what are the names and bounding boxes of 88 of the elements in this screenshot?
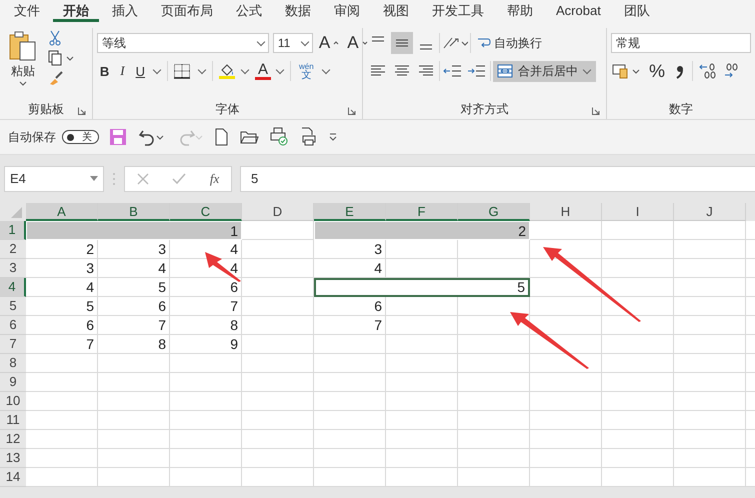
font-color-button[interactable]: A bbox=[255, 62, 272, 80]
paste-button[interactable]: 粘贴 bbox=[4, 28, 42, 88]
dialog-launcher-icon[interactable] bbox=[348, 107, 356, 115]
row-header[interactable]: 1 bbox=[0, 221, 26, 240]
phonetic-guide-button[interactable]: wén 文 bbox=[296, 61, 317, 81]
row-header[interactable]: 9 bbox=[0, 373, 26, 392]
row-header[interactable]: 12 bbox=[0, 430, 26, 449]
ribbon-tab[interactable]: 页面布局 bbox=[151, 0, 223, 22]
column-header[interactable]: I bbox=[602, 203, 674, 221]
column-header[interactable]: D bbox=[242, 203, 314, 221]
caret-icon bbox=[19, 81, 27, 86]
decrease-decimal-icon[interactable] bbox=[723, 62, 740, 80]
caret-icon bbox=[90, 176, 98, 181]
ribbon-tab[interactable]: 团队 bbox=[614, 0, 660, 22]
row-header[interactable]: 8 bbox=[0, 354, 26, 373]
wrap-text-button[interactable]: 自动换行 bbox=[472, 32, 546, 54]
group-label: 剪贴板 bbox=[28, 100, 64, 118]
shrink-font-button[interactable]: A bbox=[345, 33, 370, 53]
row-header[interactable]: 10 bbox=[0, 392, 26, 411]
bold-button[interactable]: B bbox=[96, 62, 112, 80]
column-header[interactable]: H bbox=[530, 203, 602, 221]
customize-toolbar-icon[interactable] bbox=[327, 131, 339, 143]
ribbon-tab[interactable]: 数据 bbox=[275, 0, 321, 22]
row-header[interactable]: 6 bbox=[0, 316, 26, 335]
row-header[interactable]: 7 bbox=[0, 335, 26, 354]
print-preview-icon[interactable] bbox=[269, 127, 289, 147]
caret-up-icon bbox=[333, 41, 340, 45]
ribbon-tab[interactable]: 插入 bbox=[102, 0, 148, 22]
fill-color-icon[interactable] bbox=[218, 62, 236, 80]
percent-button[interactable]: % bbox=[646, 60, 668, 82]
ribbon-tab[interactable]: 开发工具 bbox=[422, 0, 494, 22]
formula-input[interactable]: 5 bbox=[240, 166, 755, 192]
row-header[interactable]: 3 bbox=[0, 259, 26, 278]
autosave-toggle[interactable]: 关 bbox=[62, 130, 99, 144]
merged-cell: 2 bbox=[314, 221, 530, 240]
group-label: 对齐方式 bbox=[460, 100, 508, 118]
caret-down-icon bbox=[362, 41, 368, 45]
insert-function-button[interactable]: fx bbox=[210, 170, 220, 186]
ribbon-tab[interactable]: 帮助 bbox=[497, 0, 543, 22]
column-header[interactable]: J bbox=[674, 203, 746, 221]
merge-center-button[interactable]: 合并后居中 bbox=[492, 60, 596, 82]
ribbon-tab[interactable]: 视图 bbox=[373, 0, 419, 22]
paintbrush-icon[interactable] bbox=[48, 70, 64, 86]
merged-cell: 5 bbox=[314, 278, 530, 297]
scissors-icon[interactable] bbox=[48, 30, 62, 46]
row-header[interactable]: 5 bbox=[0, 297, 26, 316]
save-icon[interactable] bbox=[109, 128, 127, 146]
ribbon-tab[interactable]: 审阅 bbox=[324, 0, 370, 22]
column-header[interactable]: C bbox=[170, 203, 242, 221]
increase-decimal-icon[interactable] bbox=[698, 62, 718, 80]
grip-icon bbox=[112, 170, 116, 186]
dialog-launcher-icon[interactable] bbox=[592, 107, 600, 115]
annotation-arrow bbox=[205, 252, 241, 282]
dialog-launcher-icon[interactable] bbox=[78, 107, 86, 115]
merged-cell: 1 bbox=[26, 221, 242, 240]
print-icon[interactable] bbox=[299, 127, 317, 147]
column-header[interactable]: E bbox=[314, 203, 386, 221]
number-format-dropdown[interactable]: 常规 bbox=[611, 33, 751, 53]
row-header[interactable]: 11 bbox=[0, 411, 26, 430]
column-header[interactable]: G bbox=[458, 203, 530, 221]
ribbon-tab[interactable]: 公式 bbox=[226, 0, 272, 22]
new-document-icon[interactable] bbox=[213, 128, 229, 146]
vertical-align-icon[interactable] bbox=[390, 32, 413, 54]
underline-button[interactable]: U bbox=[132, 62, 148, 80]
font-size-dropdown[interactable]: 11 bbox=[272, 33, 313, 53]
row-header[interactable]: 4 bbox=[0, 278, 26, 297]
italic-button[interactable]: I bbox=[117, 62, 128, 80]
grow-font-button[interactable]: A bbox=[316, 33, 342, 53]
undo-icon[interactable] bbox=[137, 128, 165, 146]
ribbon-tab[interactable]: 文件 bbox=[4, 0, 50, 22]
row-header[interactable]: 14 bbox=[0, 468, 26, 487]
name-box[interactable]: E4 bbox=[4, 166, 104, 192]
ribbon-tab[interactable]: Acrobat bbox=[546, 0, 611, 22]
wrap-icon bbox=[476, 36, 491, 50]
clipboard-icon bbox=[8, 30, 38, 62]
column-header[interactable]: A bbox=[26, 203, 98, 221]
checkmark-icon[interactable] bbox=[172, 172, 186, 184]
row-header[interactable]: 2 bbox=[0, 240, 26, 259]
column-header[interactable]: B bbox=[98, 203, 170, 221]
group-label: 数字 bbox=[669, 100, 693, 118]
column-header[interactable]: F bbox=[386, 203, 458, 221]
group-label: 字体 bbox=[215, 100, 240, 118]
copy-icon[interactable] bbox=[48, 50, 74, 66]
font-name-dropdown[interactable]: 等线 bbox=[96, 33, 269, 53]
autosave-label: 自动保存 bbox=[8, 128, 56, 146]
merge-icon bbox=[496, 64, 513, 78]
row-header[interactable]: 13 bbox=[0, 449, 26, 468]
accounting-format-icon[interactable] bbox=[611, 62, 641, 80]
